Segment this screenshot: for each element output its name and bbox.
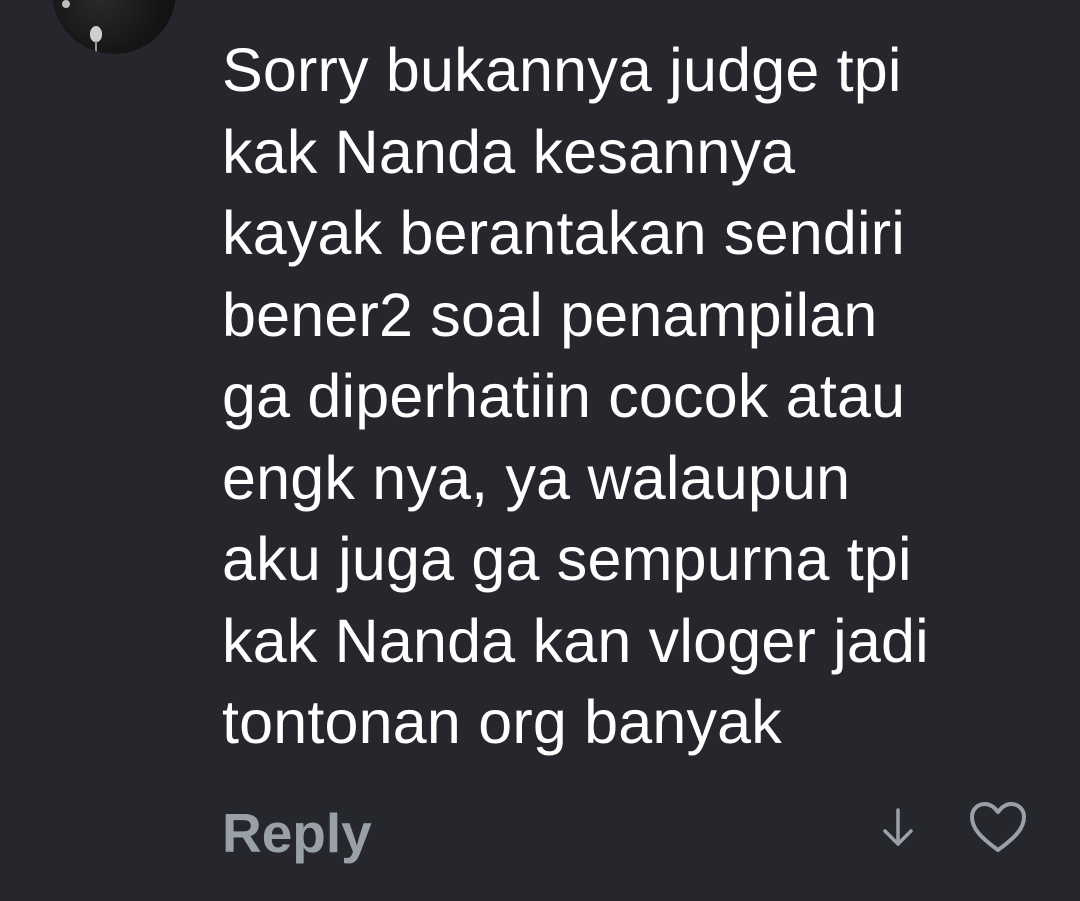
comment-line: engk nya, ya walaupun <box>222 443 851 512</box>
comment-line: bener2 soal penampilan <box>222 280 878 349</box>
avatar-microphone <box>90 26 102 42</box>
comment-body: Sorry bukannya judge tpi kak Nanda kesan… <box>222 30 1042 764</box>
comment-line: kak Nanda kan vloger jadi <box>222 606 929 675</box>
comment-line: Sorry bukannya judge tpi <box>222 36 902 104</box>
heart-outline-icon-svg <box>970 802 1026 852</box>
comment-line: kak Nanda kesannya <box>222 117 796 186</box>
comment-line: tontonan org banyak <box>222 688 783 756</box>
comment-line: kayak berantakan sendiri <box>222 199 905 267</box>
comment-screen: Sorry bukannya judge tpi kak Nanda kesan… <box>0 0 1080 901</box>
comment-line: ga diperhatiin cocok atau <box>222 362 906 430</box>
arrow-down-icon[interactable] <box>876 806 920 850</box>
arrow-down-icon-svg <box>883 808 913 846</box>
comment-line: aku juga ga sempurna tpi <box>222 525 912 593</box>
user-avatar[interactable] <box>52 0 176 54</box>
avatar-highlight <box>62 0 70 8</box>
reply-button[interactable]: Reply <box>222 798 372 868</box>
avatar-mic-stand <box>95 41 97 53</box>
heart-outline-icon[interactable] <box>968 800 1028 856</box>
